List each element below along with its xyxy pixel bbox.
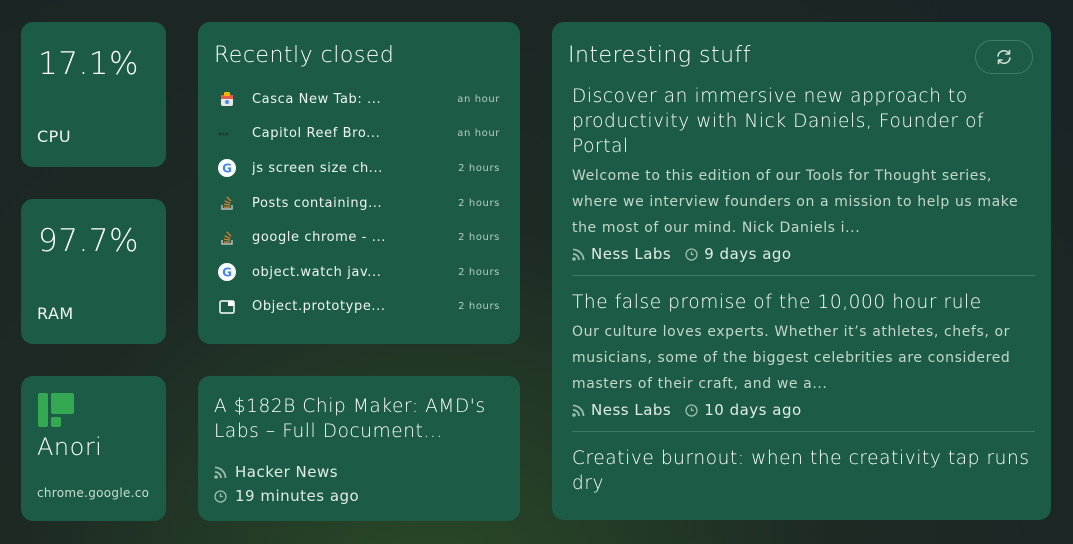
hn-article-title[interactable]: A $182B Chip Maker: AMD's Labs – Full Do… [214, 394, 509, 444]
hn-time-label: 19 minutes ago [235, 487, 360, 505]
article-description: Our culture loves experts. Whether it’s … [572, 324, 1011, 392]
stackoverflow-favicon-icon [218, 229, 236, 247]
recent-tab-item[interactable]: G object.watch jav... 2 hours [218, 255, 500, 290]
recent-tab-time: an hour [457, 93, 500, 105]
recent-tab-item[interactable]: google chrome - ... 2 hours [218, 220, 500, 255]
feed-article[interactable]: The false promise of the 10,000 hour rul… [572, 290, 1035, 432]
recent-tab-item[interactable]: ××× Capitol Reef Bro... an hour [218, 117, 500, 152]
recent-tab-title: google chrome - ... [252, 230, 386, 246]
ram-label: RAM [37, 304, 74, 323]
recent-tab-time: 2 hours [458, 197, 500, 209]
article-title[interactable]: The false promise of the 10,000 hour rul… [572, 290, 1035, 315]
refresh-icon [997, 49, 1011, 65]
recent-tab-item[interactable]: Casca New Tab: ... an hour [218, 82, 500, 117]
app-shortcut-anori[interactable]: Anori chrome.google.co [21, 376, 166, 521]
article-source: Ness Labs [591, 245, 672, 263]
recently-closed-widget: Recently closed Casca New Tab: ... an ho… [198, 22, 520, 344]
cpu-widget: 17.1% CPU [21, 22, 166, 167]
recent-tab-title: Posts containing... [252, 195, 383, 211]
svg-text:G: G [222, 162, 232, 176]
stackoverflow-favicon-icon [218, 194, 236, 212]
clock-icon [685, 403, 698, 417]
ram-widget: 97.7% RAM [21, 199, 166, 344]
google-favicon-icon: G [218, 263, 236, 282]
recent-tab-time: 2 hours [458, 301, 500, 313]
anori-logo-icon [38, 393, 74, 427]
casca-favicon-icon [218, 90, 236, 108]
recent-tab-title: object.watch jav... [252, 264, 382, 280]
recent-tab-title: Capitol Reef Bro... [252, 126, 381, 142]
window-icon [218, 298, 236, 316]
feed-article[interactable]: Discover an immersive new approach to pr… [572, 84, 1035, 276]
rss-icon [214, 466, 227, 479]
widget-title: Recently closed [214, 43, 395, 68]
recent-tab-title: Object.prototype... [252, 299, 386, 315]
svg-text:×××: ××× [218, 131, 229, 138]
feed-article-list: Discover an immersive new approach to pr… [572, 84, 1035, 504]
feed-article[interactable]: Creative burnout: when the creativity ta… [572, 446, 1035, 504]
article-title[interactable]: Discover an immersive new approach to pr… [572, 84, 1035, 159]
article-description: Welcome to this edition of our Tools for… [572, 168, 1019, 236]
widget-title: Interesting stuff [568, 43, 752, 68]
clock-icon [685, 247, 698, 261]
recent-tab-item[interactable]: Object.prototype... 2 hours [218, 290, 500, 325]
clock-icon [214, 489, 227, 503]
article-title[interactable]: Creative burnout: when the creativity ta… [572, 446, 1035, 496]
recent-tab-item[interactable]: Posts containing... 2 hours [218, 186, 500, 221]
recent-tab-title: Casca New Tab: ... [252, 91, 382, 107]
refresh-button[interactable] [975, 40, 1033, 74]
hn-time: 19 minutes ago [214, 487, 359, 505]
article-source: Ness Labs [591, 401, 672, 419]
recently-closed-list: Casca New Tab: ... an hour ××× Capitol R… [218, 82, 500, 324]
article-time: 10 days ago [704, 401, 802, 419]
article-meta: Ness Labs 10 days ago [572, 401, 1035, 419]
rss-icon [572, 404, 585, 417]
recent-tab-time: 2 hours [458, 232, 500, 244]
recent-tab-time: an hour [457, 128, 500, 140]
cpu-label: CPU [37, 127, 72, 146]
recent-tab-item[interactable]: G js screen size ch... 2 hours [218, 151, 500, 186]
nps-favicon-icon: ××× [218, 125, 236, 143]
recent-tab-time: 2 hours [458, 162, 500, 174]
recent-tab-time: 2 hours [458, 266, 500, 278]
app-name: Anori [37, 433, 103, 461]
rss-feed-widget: Interesting stuff Discover an immersive … [552, 22, 1051, 520]
app-url: chrome.google.co [37, 486, 150, 500]
ram-value: 97.7% [38, 223, 139, 259]
article-time: 9 days ago [704, 245, 792, 263]
recent-tab-title: js screen size ch... [252, 160, 383, 176]
hacker-news-widget[interactable]: A $182B Chip Maker: AMD's Labs – Full Do… [198, 376, 520, 521]
hn-source-label: Hacker News [235, 463, 339, 481]
cpu-value: 17.1% [38, 46, 139, 82]
rss-icon [572, 248, 585, 261]
svg-text:G: G [222, 266, 232, 280]
google-favicon-icon: G [218, 159, 236, 178]
hn-source: Hacker News [214, 463, 338, 481]
article-meta: Ness Labs 9 days ago [572, 245, 1035, 263]
